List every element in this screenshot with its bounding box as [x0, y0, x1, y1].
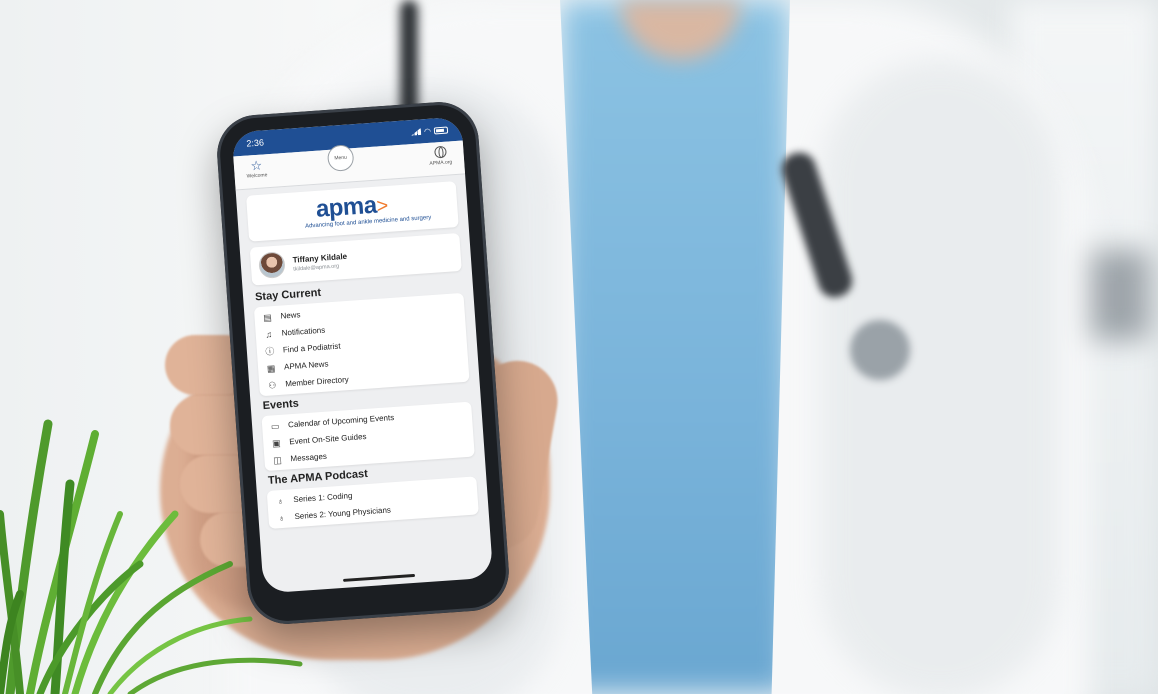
home-indicator[interactable]: [343, 573, 416, 582]
menu-item-label: Series 2: Young Physicians: [294, 505, 392, 522]
menu-item-label: Find a Podiatrist: [282, 341, 341, 355]
battery-icon: [433, 126, 449, 134]
menu-scroll-area[interactable]: apma> Advancing foot and ankle medicine …: [236, 174, 489, 529]
smartphone: 2:36 ◠ ☆ Welcome Menu APMA.org apma> Adv…: [214, 99, 512, 627]
menu-item-label: Event On-Site Guides: [289, 431, 367, 447]
apma-logo-card: apma> Advancing foot and ankle medicine …: [246, 181, 459, 242]
people-icon: ⚇: [267, 379, 277, 391]
avatar: [258, 251, 286, 279]
blue-scrubs: [560, 0, 790, 694]
profile-card[interactable]: Tiffany Kildale tkildale@apma.org: [249, 232, 462, 286]
globe-icon: [433, 145, 447, 159]
status-icons: ◠: [411, 125, 449, 137]
logo-wordmark: apma: [315, 191, 378, 223]
welcome-label: Welcome: [246, 172, 268, 180]
menu-item-label: Member Directory: [284, 375, 350, 389]
newspaper-icon: ▤: [262, 311, 273, 323]
menu-item-label: Notifications: [281, 325, 326, 338]
apma-org-link[interactable]: APMA.org: [428, 145, 452, 167]
news-grid-icon: ▦: [266, 362, 276, 374]
calendar-icon: ▭: [270, 420, 280, 432]
logo-arrow-icon: >: [375, 194, 390, 218]
guide-icon: ▣: [271, 437, 281, 449]
star-icon: ☆: [249, 157, 263, 174]
coat-shadow-right: [820, 60, 1060, 694]
menu-item-label: News: [280, 310, 301, 321]
bell-icon: ♫: [265, 328, 273, 340]
cellular-signal-icon: [411, 128, 421, 136]
menu-label: Menu: [334, 154, 348, 162]
background-photo: [0, 0, 1158, 694]
menu-item-label: Messages: [290, 451, 328, 464]
stethoscope-chestpiece: [850, 320, 910, 380]
menu-item-label: APMA News: [283, 359, 329, 372]
apma-org-label: APMA.org: [429, 159, 453, 167]
menu-button[interactable]: Menu: [326, 144, 355, 172]
wifi-icon: ◠: [423, 126, 432, 136]
chat-icon: ◫: [272, 454, 283, 465]
app-screen: 2:36 ◠ ☆ Welcome Menu APMA.org apma> Adv…: [231, 116, 494, 594]
info-icon: ⓘ: [265, 345, 275, 357]
stay-current-list: ▤ News ♫ Notifications ⓘ Find a Podiatrist …: [253, 292, 470, 397]
microphone-icon: ♁: [277, 512, 286, 523]
profile-email: tkildale@apma.org: [293, 262, 340, 273]
events-list: ▭ Calendar of Upcoming Events ▣ Event On-S…: [261, 401, 475, 472]
microphone-icon: ♁: [276, 495, 285, 506]
welcome-tab[interactable]: ☆ Welcome: [246, 157, 268, 180]
status-time: 2:36: [246, 137, 265, 149]
menu-item-label: Series 1: Coding: [293, 491, 353, 505]
